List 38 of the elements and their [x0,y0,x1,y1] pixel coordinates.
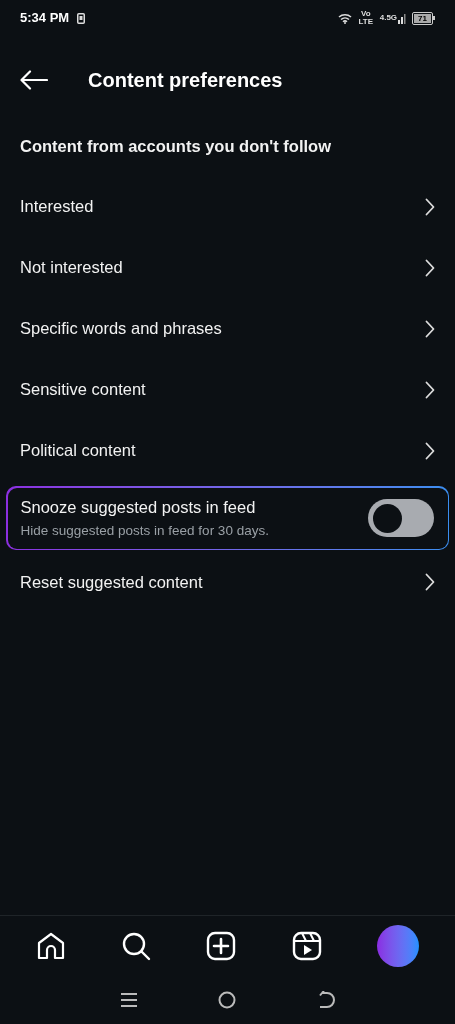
battery-level: 71 [414,13,431,23]
toggle-label: Snooze suggested posts in feed [20,496,257,518]
volte-label: Vo LTE [357,10,374,26]
row-label: Political content [20,440,136,462]
chevron-right-icon [425,197,435,216]
row-label: Interested [20,196,94,218]
home-circle-icon[interactable] [218,990,237,1009]
add-icon[interactable] [206,930,237,961]
signal-icon [398,12,407,24]
status-time: 5:34 PM [20,9,70,28]
phone-icon [77,12,86,24]
profile-avatar[interactable] [377,924,420,967]
settings-row[interactable]: Not interested [0,237,455,298]
search-icon[interactable] [121,930,152,961]
row-label: Sensitive content [20,379,146,401]
chevron-right-icon [425,258,435,277]
row-label: Specific words and phrases [20,318,222,340]
toggle-switch[interactable] [367,499,434,537]
chevron-right-icon [425,319,435,338]
chevron-right-icon [425,573,435,591]
chevron-right-icon [425,441,435,460]
settings-row[interactable]: Political content [0,420,455,481]
wifi-icon [337,12,352,24]
settings-row[interactable]: Interested [0,176,455,237]
home-icon[interactable] [35,930,66,961]
page-title: Content preferences [88,68,283,93]
settings-row[interactable]: Reset suggested content [0,550,455,614]
back-arrow-icon [20,70,48,90]
toggle-description: Hide suggested posts in feed for 30 days. [20,522,269,541]
chevron-right-icon [425,380,435,399]
menu-icon[interactable] [120,990,139,1009]
reels-icon[interactable] [291,930,322,961]
section-heading: Content from accounts you don't follow [20,135,331,157]
row-label: Not interested [20,257,123,279]
row-label: Reset suggested content [20,571,203,593]
settings-row[interactable]: Sensitive content [0,359,455,420]
network-label: 4.5G [379,12,398,22]
settings-row[interactable]: Specific words and phrases [0,298,455,359]
